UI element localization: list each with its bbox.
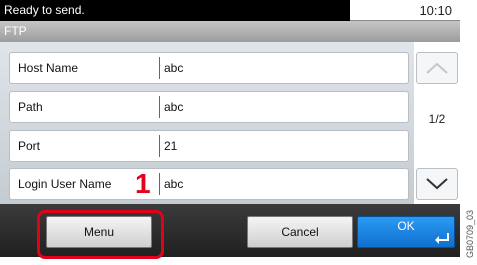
ok-button[interactable]: OK	[357, 216, 455, 248]
scroll-column: 1/2	[414, 42, 460, 204]
menu-highlight-frame	[37, 210, 164, 259]
status-bar: Ready to send. 10:10	[0, 0, 460, 21]
ok-button-label: OK	[397, 219, 415, 233]
cancel-button[interactable]: Cancel	[247, 216, 353, 248]
field-value: abc	[164, 177, 184, 191]
callout-number: 1	[135, 168, 151, 199]
field-value: abc	[164, 61, 184, 75]
chevron-down-icon	[426, 178, 448, 190]
status-message: Ready to send.	[0, 0, 350, 21]
page-indicator: 1/2	[428, 112, 446, 126]
scroll-down-button[interactable]	[416, 168, 458, 200]
chevron-up-icon	[426, 62, 448, 74]
field-row-host-name[interactable]: Host Name abc	[9, 52, 409, 84]
field-value: 21	[164, 139, 178, 153]
status-time: 10:10	[350, 0, 460, 21]
enter-return-icon	[435, 233, 449, 244]
scroll-up-button[interactable]	[416, 52, 458, 84]
field-row-port[interactable]: Port 21	[9, 130, 409, 162]
image-code-text: GB0709_03	[465, 210, 475, 258]
field-value: abc	[164, 100, 184, 114]
screen-title: FTP	[0, 21, 460, 42]
field-label: Host Name	[18, 61, 79, 75]
field-row-login-user-name[interactable]: Login User Name abc	[9, 168, 409, 200]
field-row-path[interactable]: Path abc	[9, 91, 409, 123]
image-code: GB0709_03	[465, 210, 475, 258]
field-label: Port	[18, 139, 41, 153]
field-label: Path	[18, 100, 43, 114]
settings-panel: Host Name abc Path abc Port 21 Login Use…	[0, 42, 460, 204]
